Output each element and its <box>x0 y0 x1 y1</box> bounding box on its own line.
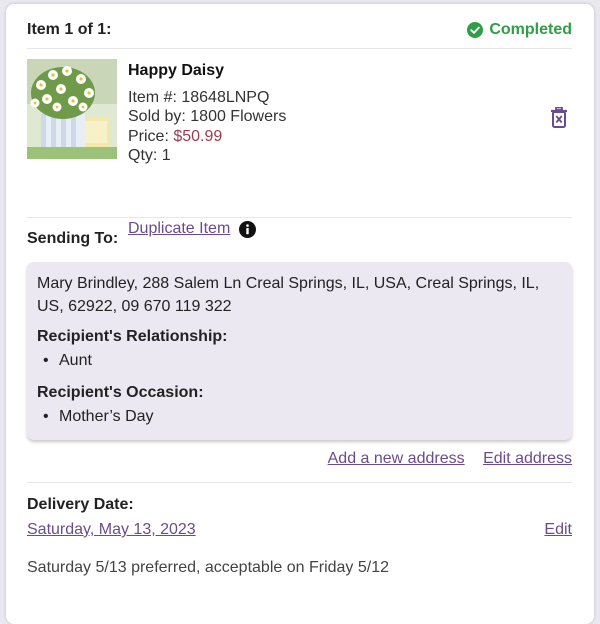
relationship-title: Recipient's Relationship: <box>37 328 228 345</box>
price-row: Price: $50.99 <box>128 127 286 147</box>
product-name: Happy Daisy <box>128 62 225 79</box>
delivery-date-link[interactable]: Saturday, May 13, 2023 <box>27 521 196 539</box>
qty-row: Qty: 1 <box>128 146 286 166</box>
sold-by-row: Sold by: 1800 Flowers <box>128 107 286 127</box>
add-address-link[interactable]: Add a new address <box>328 450 465 467</box>
section-divider <box>27 482 572 483</box>
daisy-bouquet-image[interactable] <box>27 59 117 159</box>
sending-to-title: Sending To: <box>27 230 119 247</box>
occasion-value: Mother’s Day <box>43 408 153 426</box>
info-icon[interactable] <box>239 220 257 238</box>
trash-icon[interactable] <box>550 107 568 129</box>
sold-by-label: Sold by: <box>128 108 186 125</box>
occasion-title: Recipient's Occasion: <box>37 384 204 401</box>
card-header: Item 1 of 1: Completed <box>27 4 572 49</box>
item-count: Item 1 of 1: <box>27 21 112 38</box>
qty: 1 <box>161 147 171 164</box>
delivery-note: Saturday 5/13 preferred, acceptable on F… <box>27 559 389 576</box>
product-section: Happy Daisy Item #: 18648LNPQ Sold by: 1… <box>27 49 572 238</box>
edit-delivery-link[interactable]: Edit <box>544 521 572 539</box>
price-label: Price: <box>128 127 169 145</box>
sold-by: 1800 Flowers <box>190 108 287 125</box>
check-circle-icon <box>467 22 484 38</box>
qty-label: Qty: <box>128 147 158 164</box>
product-info: Happy Daisy Item #: 18648LNPQ Sold by: 1… <box>128 61 286 166</box>
status-badge: Completed <box>467 21 572 39</box>
address-links: Add a new address Edit address <box>314 450 572 468</box>
address-box: Mary Brindley, 288 Salem Ln Creal Spring… <box>27 262 572 440</box>
relationship-value: Aunt <box>43 352 92 370</box>
status-text: Completed <box>489 21 572 38</box>
order-item-card: Item 1 of 1: Completed Happy Daisy Item … <box>6 4 594 624</box>
edit-address-link[interactable]: Edit address <box>483 450 572 467</box>
card-content: Item 1 of 1: Completed Happy Daisy Item … <box>27 4 572 576</box>
duplicate-item-link[interactable]: Duplicate Item <box>128 220 230 238</box>
item-number-row: Item #: 18648LNPQ <box>128 88 286 108</box>
item-number-label: Item #: <box>128 88 177 106</box>
duplicate-row: Duplicate Item <box>128 220 257 238</box>
recipient-address: Mary Brindley, 288 Salem Ln Creal Spring… <box>37 275 540 315</box>
delivery-date-title: Delivery Date: <box>27 496 134 513</box>
item-number: 18648LNPQ <box>181 88 270 106</box>
price: $50.99 <box>173 127 223 145</box>
